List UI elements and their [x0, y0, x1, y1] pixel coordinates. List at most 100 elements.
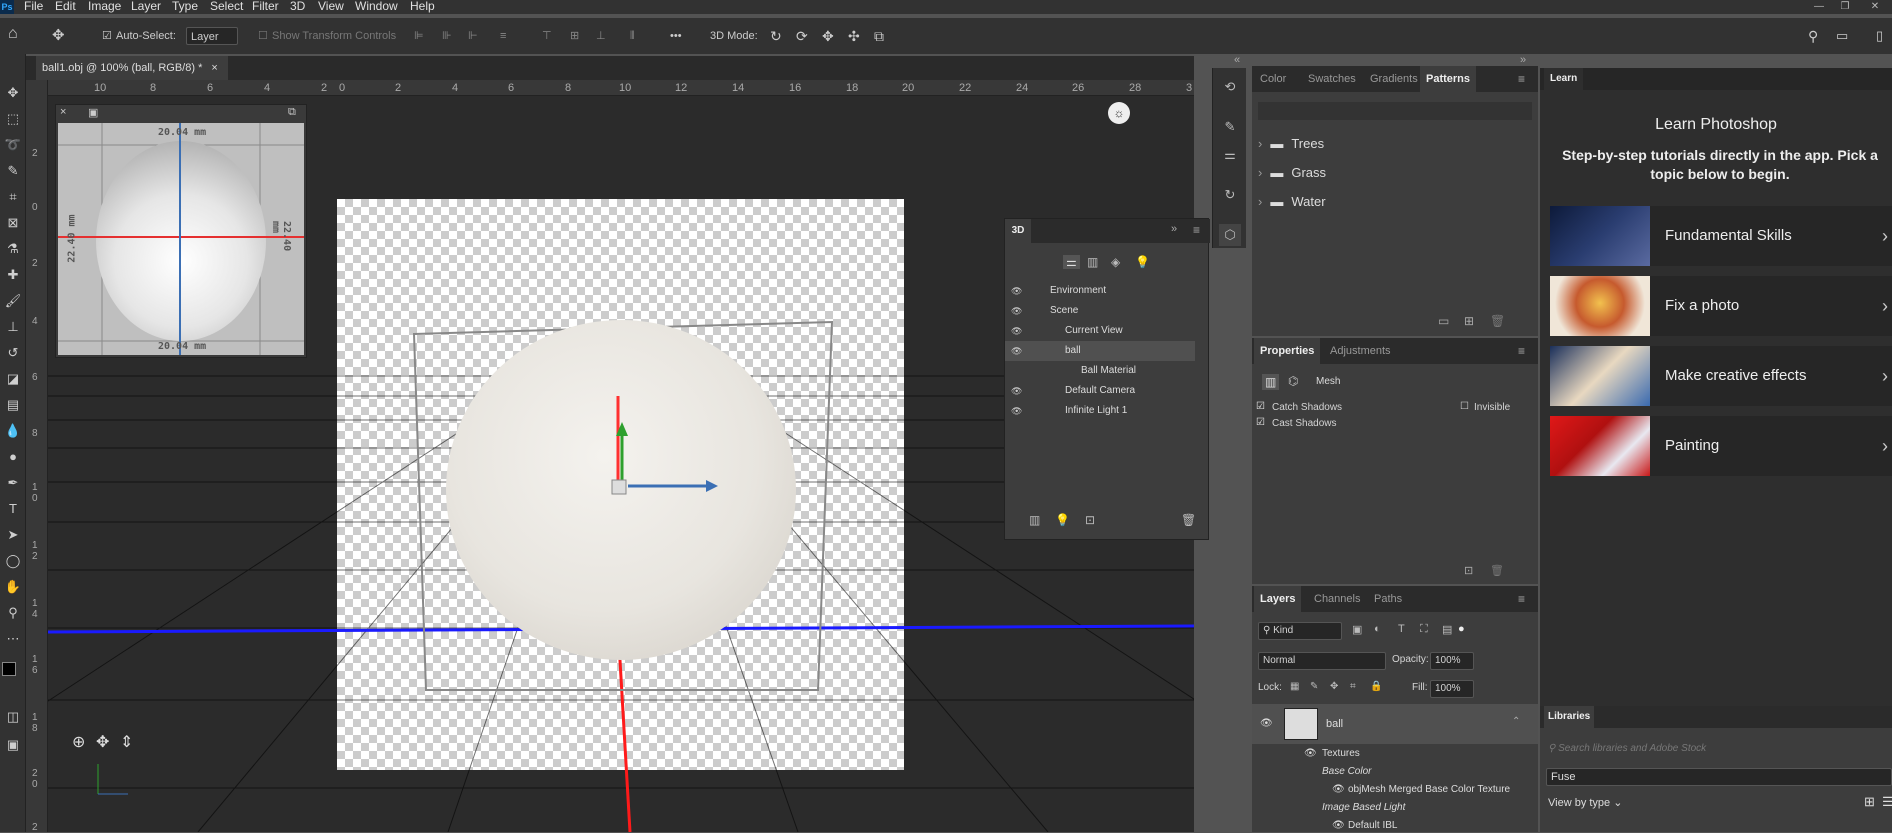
panel-menu-icon[interactable]: ≡	[1518, 344, 1525, 358]
dolly-camera-icon[interactable]: ⇕	[120, 732, 133, 752]
tree-item-current-view[interactable]: 👁 Current View	[1005, 321, 1195, 341]
library-dropdown[interactable]: Fuse	[1546, 768, 1892, 786]
delete-icon[interactable]: 🗑	[1490, 564, 1504, 577]
tree-item-ball-material[interactable]: Ball Material	[1005, 361, 1195, 381]
menu-filter[interactable]: Filter	[252, 0, 279, 14]
light-filter-icon[interactable]: 💡	[1135, 255, 1150, 269]
healing-brush-icon[interactable]: ✚	[2, 264, 24, 286]
search-icon[interactable]: ⚲	[1808, 27, 1818, 45]
new-mesh-icon[interactable]: ▥	[1029, 513, 1040, 527]
opacity-input[interactable]: 100%	[1430, 652, 1474, 670]
collapse-dock-icon[interactable]: «	[1234, 54, 1240, 66]
collapse-icon[interactable]: »	[1171, 223, 1177, 235]
new-light-icon[interactable]: 💡	[1055, 513, 1070, 527]
transform-gizmo[interactable]	[588, 396, 728, 526]
blend-mode-dropdown[interactable]: Normal	[1258, 652, 1386, 670]
orbit-3d-icon[interactable]: ↻	[770, 27, 782, 45]
lock-artboard-icon[interactable]: ⌗	[1350, 681, 1356, 692]
visibility-icon[interactable]: 👁	[1011, 321, 1022, 341]
material-filter-icon[interactable]: ◈	[1111, 255, 1120, 269]
timeline-icon[interactable]: ↻	[1219, 184, 1241, 206]
path-select-icon[interactable]: ➤	[2, 524, 24, 546]
home-icon[interactable]: ⌂	[8, 25, 18, 43]
menu-image[interactable]: Image	[88, 0, 121, 14]
distribute-icon[interactable]: ≡	[500, 27, 506, 45]
filter-type-icon[interactable]: T	[1398, 623, 1405, 635]
visibility-icon[interactable]: 👁	[1011, 281, 1022, 301]
move-tool-icon[interactable]: ✥	[52, 27, 65, 45]
document-tab[interactable]: ball1.obj @ 100% (ball, RGB/8) * ×	[36, 56, 228, 80]
learn-card-fundamental-skills[interactable]: Fundamental Skills ›	[1550, 206, 1892, 266]
quick-mask-icon[interactable]: ◫	[2, 706, 24, 728]
light-icon[interactable]: ☼	[1108, 102, 1130, 124]
learn-card-make-creative-effects[interactable]: Make creative effects ›	[1550, 346, 1892, 406]
more-tools-icon[interactable]: ⋯	[2, 628, 24, 650]
new-pattern-icon[interactable]: ⊞	[1464, 314, 1474, 328]
brush-tool-icon[interactable]: 🖌	[2, 290, 24, 312]
visibility-icon[interactable]: 👁	[1332, 784, 1345, 795]
zoom-tool-icon[interactable]: ⚲	[2, 602, 24, 624]
learn-card-fix-a-photo[interactable]: Fix a photo ›	[1550, 276, 1892, 336]
tab-channels[interactable]: Channels	[1308, 586, 1366, 612]
tree-item-infinite-light[interactable]: 👁 Infinite Light 1	[1005, 401, 1195, 421]
close-secondary-icon[interactable]: ×	[60, 106, 66, 118]
frame-tool-icon[interactable]: ⊠	[2, 212, 24, 234]
lock-all-icon[interactable]: 🔒	[1370, 681, 1382, 692]
view-by-dropdown[interactable]: View by type ⌄	[1548, 796, 1622, 809]
tab-layers[interactable]: Layers	[1254, 586, 1302, 612]
shape-tool-icon[interactable]: ◯	[2, 550, 24, 572]
learn-card-painting[interactable]: Painting ›	[1550, 416, 1892, 476]
auto-select-dropdown[interactable]: Layer	[186, 27, 238, 45]
align-center-icon[interactable]: ⊪	[442, 27, 452, 45]
screen-mode-icon[interactable]: ▣	[2, 734, 24, 756]
workspace-icon[interactable]: ▭	[1836, 27, 1848, 45]
roll-3d-icon[interactable]: ⟳	[796, 27, 808, 45]
visibility-icon[interactable]: 👁	[1011, 341, 1022, 361]
view-select-icon[interactable]: ▣	[88, 106, 98, 119]
folder-grass[interactable]: › ▬ Grass	[1252, 159, 1517, 186]
tab-adjustments[interactable]: Adjustments	[1324, 338, 1397, 364]
tab-color[interactable]: Color	[1254, 66, 1292, 92]
orbit-camera-icon[interactable]: ⊕	[72, 732, 85, 752]
filter-kind-dropdown[interactable]: ⚲ Kind	[1258, 622, 1342, 640]
layer-textures-row[interactable]: 👁 Textures	[1252, 748, 1538, 764]
coordinates-icon[interactable]: ⌬	[1288, 374, 1298, 388]
drag-3d-icon[interactable]: ✥	[822, 27, 834, 45]
tab-swatches[interactable]: Swatches	[1302, 66, 1362, 92]
scale-3d-icon[interactable]: ⧉	[874, 27, 884, 45]
align-bottom-icon[interactable]: ⊥	[596, 27, 606, 45]
tab-libraries[interactable]: Libraries	[1544, 706, 1595, 728]
cast-shadows-checkbox[interactable]: ☑	[1256, 417, 1265, 428]
panel-menu-icon[interactable]: ≡	[1193, 223, 1200, 237]
visibility-icon[interactable]: 👁	[1011, 301, 1022, 321]
layer-row-ball[interactable]: 👁 ball ⌃	[1252, 704, 1538, 744]
fill-input[interactable]: 100%	[1430, 680, 1474, 698]
lock-position-icon[interactable]: ✥	[1330, 681, 1338, 692]
layer-default-ibl-row[interactable]: 👁 Default IBL	[1252, 820, 1538, 832]
menu-file[interactable]: File	[24, 0, 43, 14]
grid-view-icon[interactable]: ⊞	[1864, 794, 1875, 810]
brush-settings-icon[interactable]: ✎	[1219, 116, 1241, 138]
filter-pixel-icon[interactable]: ▣	[1352, 623, 1362, 636]
minimize-icon[interactable]: —	[1806, 0, 1832, 14]
foreground-color[interactable]	[2, 662, 16, 676]
layer-texture-row[interactable]: 👁 objMesh Merged Base Color Texture	[1252, 784, 1538, 800]
show-transform-checkbox[interactable]: ☐	[258, 27, 268, 45]
lasso-tool-icon[interactable]: ➰	[2, 134, 24, 156]
close-window-icon[interactable]: ✕	[1862, 0, 1888, 14]
crop-tool-icon[interactable]: ⌗	[2, 186, 24, 208]
align-top-icon[interactable]: ⊤	[542, 27, 552, 45]
quick-select-icon[interactable]: ✎	[2, 160, 24, 182]
filter-toggle-icon[interactable]: ●	[1458, 623, 1465, 635]
distribute-vertical-icon[interactable]: ⫴	[630, 27, 635, 45]
delete-pattern-icon[interactable]: 🗑	[1490, 314, 1505, 328]
visibility-icon[interactable]: 👁	[1011, 401, 1022, 421]
pan-camera-icon[interactable]: ✥	[96, 732, 109, 752]
delete-icon[interactable]: 🗑	[1181, 513, 1196, 527]
history-brush-icon[interactable]: ↺	[2, 342, 24, 364]
secondary-view[interactable]: × ▣ ⧉ 20.04 mm 20.04 mm 22.40 mm 22.40 m…	[55, 104, 307, 358]
tree-item-scene[interactable]: 👁 Scene	[1005, 301, 1195, 321]
folder-trees[interactable]: › ▬ Trees	[1252, 130, 1517, 157]
menu-help[interactable]: Help	[410, 0, 435, 14]
menu-view[interactable]: View	[318, 0, 344, 14]
